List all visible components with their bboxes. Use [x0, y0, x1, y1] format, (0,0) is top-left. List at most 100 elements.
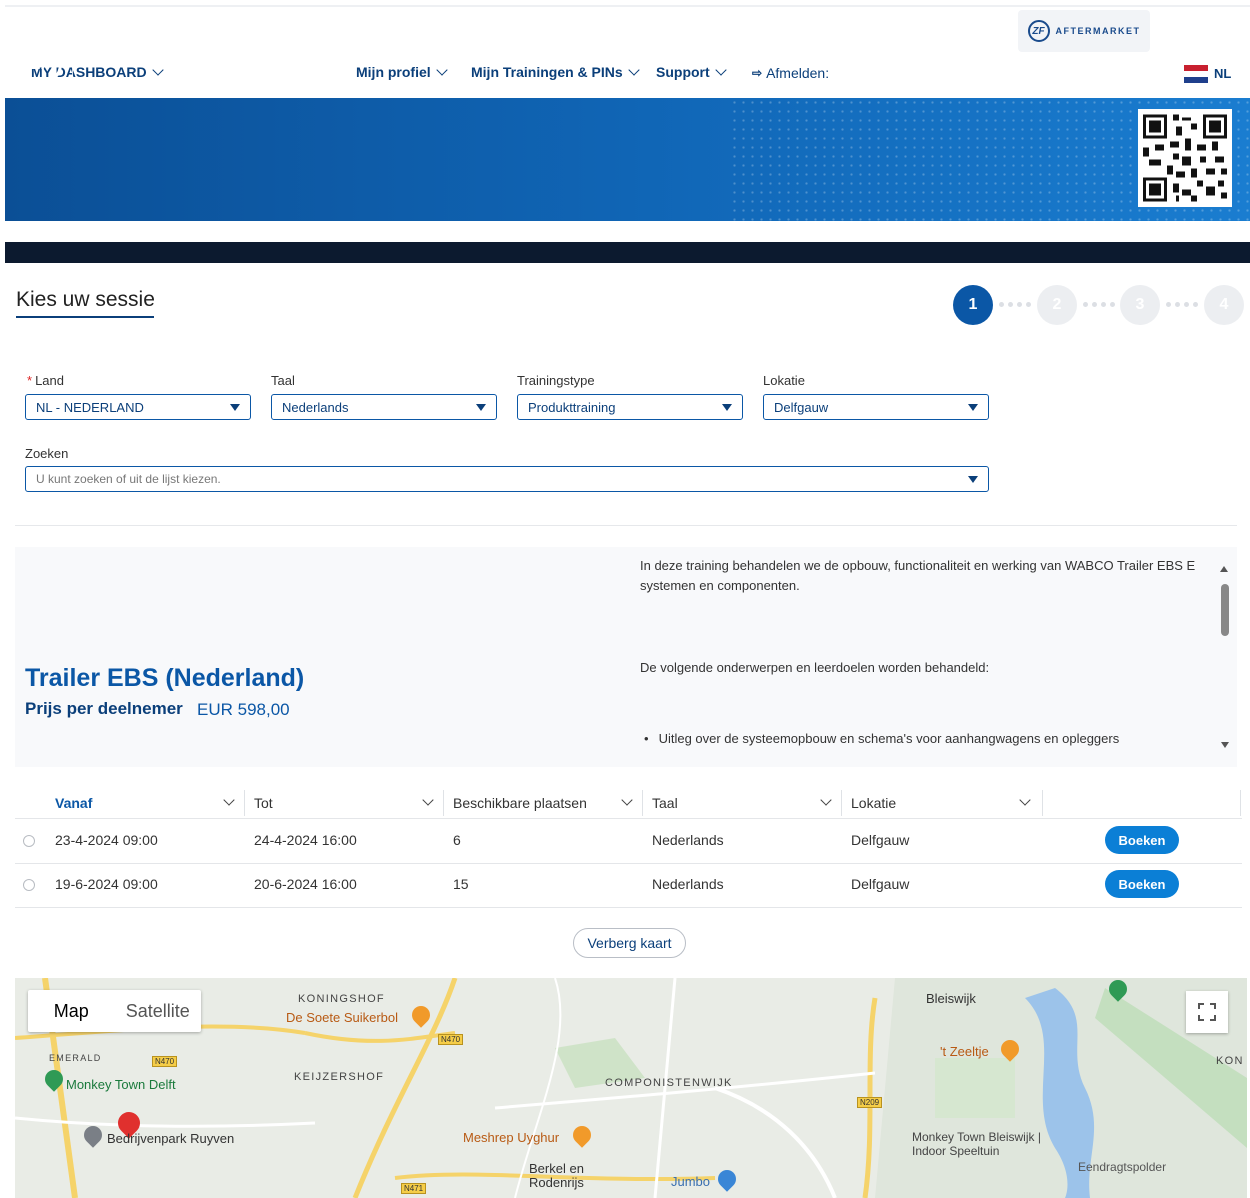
- course-title: Trailer EBS (Nederland): [25, 664, 305, 692]
- map-tab[interactable]: Map: [28, 990, 115, 1032]
- chevron-down-icon[interactable]: [223, 794, 235, 806]
- map-type-control[interactable]: Map Satellite: [28, 990, 201, 1032]
- column-header-tot[interactable]: Tot: [254, 795, 273, 811]
- fullscreen-button[interactable]: [1186, 991, 1228, 1033]
- aftermarket-brand-tab[interactable]: ZF AFTERMARKET: [1018, 10, 1150, 52]
- nav-mijn-profiel-label: Mijn profiel: [356, 64, 431, 80]
- trainingstype-select[interactable]: Produkttraining: [517, 394, 743, 420]
- logo-divider: [72, 40, 73, 82]
- map-label-monkey-delft[interactable]: Monkey Town Delft: [66, 1077, 176, 1092]
- bullet-icon: •: [644, 731, 649, 746]
- map-label-zeeltje[interactable]: 't Zeeltje: [940, 1044, 989, 1059]
- scroll-up-arrow-icon[interactable]: [1220, 566, 1228, 572]
- step-connector: [1166, 302, 1198, 307]
- chevron-down-icon[interactable]: [422, 794, 434, 806]
- taal-select-value: Nederlands: [282, 399, 349, 415]
- cell-lokatie: Delfgauw: [851, 876, 910, 892]
- caret-down-icon: [230, 404, 240, 411]
- map-label-jumbo[interactable]: Jumbo: [671, 1174, 710, 1189]
- map-label-bedrijvenpark: Bedrijvenpark Ruyven: [107, 1131, 235, 1146]
- taal-select[interactable]: Nederlands: [271, 394, 497, 420]
- cell-taal: Nederlands: [652, 832, 724, 848]
- chevron-down-icon[interactable]: [820, 794, 832, 806]
- language-selector[interactable]: NL: [1214, 66, 1231, 81]
- map-label-berkel: Berkel en Rodenrijs: [529, 1161, 584, 1190]
- map-label-bleiswijk: Bleiswijk: [926, 991, 976, 1006]
- brand-tab-text: AFTERMARKET: [1055, 26, 1141, 36]
- required-marker: *: [27, 373, 33, 388]
- cell-plaatsen: 15: [453, 876, 469, 892]
- step-3-indicator: 3: [1120, 285, 1160, 325]
- zf-logo-icon: ZF: [20, 43, 62, 85]
- chevron-down-icon[interactable]: [621, 794, 633, 806]
- section-divider: [15, 525, 1237, 526]
- caret-down-icon: [968, 404, 978, 411]
- column-header-taal[interactable]: Taal: [652, 795, 678, 811]
- land-label: * Land: [27, 373, 64, 388]
- cell-plaatsen: 6: [453, 832, 461, 848]
- road-badge-n471: N471: [401, 1183, 427, 1194]
- taal-label: Taal: [271, 373, 295, 388]
- land-select[interactable]: NL - NEDERLAND: [25, 394, 251, 420]
- hero-banner: [5, 98, 1250, 221]
- nav-mijn-profiel[interactable]: Mijn profiel: [356, 64, 448, 80]
- hide-map-button[interactable]: Verberg kaart: [573, 928, 686, 958]
- map-label-kon: KON: [1216, 1055, 1244, 1067]
- table-row-divider: [15, 907, 1242, 908]
- chevron-down-icon: [436, 64, 448, 76]
- dark-separator-bar: [5, 242, 1250, 263]
- title-underline: [16, 316, 154, 318]
- map-label-koningshof: KONINGSHOF: [298, 993, 385, 1005]
- step-2-indicator: 2: [1037, 285, 1077, 325]
- lokatie-label: Lokatie: [763, 373, 805, 388]
- chevron-down-icon[interactable]: [1019, 794, 1031, 806]
- description-scrollbar[interactable]: [1221, 584, 1229, 636]
- trainingstype-select-value: Produkttraining: [528, 399, 616, 415]
- course-topics-intro: De volgende onderwerpen en leerdoelen wo…: [640, 660, 990, 675]
- column-separator: [642, 790, 643, 816]
- satellite-tab[interactable]: Satellite: [115, 990, 202, 1032]
- qr-code-icon: [1138, 109, 1232, 207]
- step-1-indicator: 1: [953, 285, 993, 325]
- scroll-down-arrow-icon[interactable]: [1221, 742, 1229, 748]
- column-separator: [1042, 790, 1043, 816]
- cell-tot: 24-4-2024 16:00: [254, 832, 357, 848]
- map-label-monkey-bleiswijk[interactable]: Monkey Town Bleiswijk | Indoor Speeltuin: [912, 1130, 1072, 1158]
- logo-text: AFTERMARKET: [84, 53, 232, 70]
- zoeken-label: Zoeken: [25, 446, 69, 461]
- road-badge-n470: N470: [152, 1056, 178, 1067]
- session-radio[interactable]: [23, 835, 35, 847]
- map-label-componistenwijk: COMPONISTENWIJK: [605, 1077, 733, 1089]
- book-button[interactable]: Boeken: [1105, 826, 1179, 854]
- trainingstype-label: Trainingstype: [517, 373, 595, 388]
- cell-vanaf: 19-6-2024 09:00: [55, 876, 158, 892]
- land-select-value: NL - NEDERLAND: [36, 399, 144, 415]
- map-label-eendragtspolder: Eendragtspolder: [1078, 1160, 1167, 1174]
- zf-logo-icon: ZF: [1027, 20, 1050, 42]
- course-topic-text: Uitleg over de systeemopbouw en schema's…: [658, 731, 1120, 746]
- column-header-lokatie[interactable]: Lokatie: [851, 795, 896, 811]
- lokatie-select-value: Delfgauw: [774, 399, 829, 415]
- map-label-meshrep[interactable]: Meshrep Uyghur: [463, 1130, 559, 1145]
- step-connector: [1083, 302, 1115, 307]
- netherlands-flag-icon[interactable]: [1184, 65, 1208, 83]
- column-header-plaatsen[interactable]: Beschikbare plaatsen: [453, 795, 587, 811]
- cell-vanaf: 23-4-2024 09:00: [55, 832, 158, 848]
- column-header-vanaf[interactable]: Vanaf: [55, 795, 92, 811]
- column-separator: [443, 790, 444, 816]
- column-separator: [244, 790, 245, 816]
- column-separator: [841, 790, 842, 816]
- search-input[interactable]: U kunt zoeken of uit de lijst kiezen.: [25, 466, 989, 492]
- map-label-suikerbol[interactable]: De Soete Suikerbol: [286, 1010, 398, 1025]
- page-title: Kies uw sessie: [16, 288, 155, 311]
- price-label: Prijs per deelnemer: [25, 699, 183, 718]
- search-placeholder: U kunt zoeken of uit de lijst kiezen.: [36, 472, 221, 486]
- lokatie-select[interactable]: Delfgauw: [763, 394, 989, 420]
- session-radio[interactable]: [23, 879, 35, 891]
- sign-out-icon: ⇨: [752, 66, 763, 80]
- course-description: In deze training behandelen we de opbouw…: [640, 558, 1196, 593]
- caret-down-icon: [476, 404, 486, 411]
- road-badge-n470: N470: [438, 1034, 464, 1045]
- book-button[interactable]: Boeken: [1105, 870, 1179, 898]
- caret-down-icon: [968, 476, 978, 483]
